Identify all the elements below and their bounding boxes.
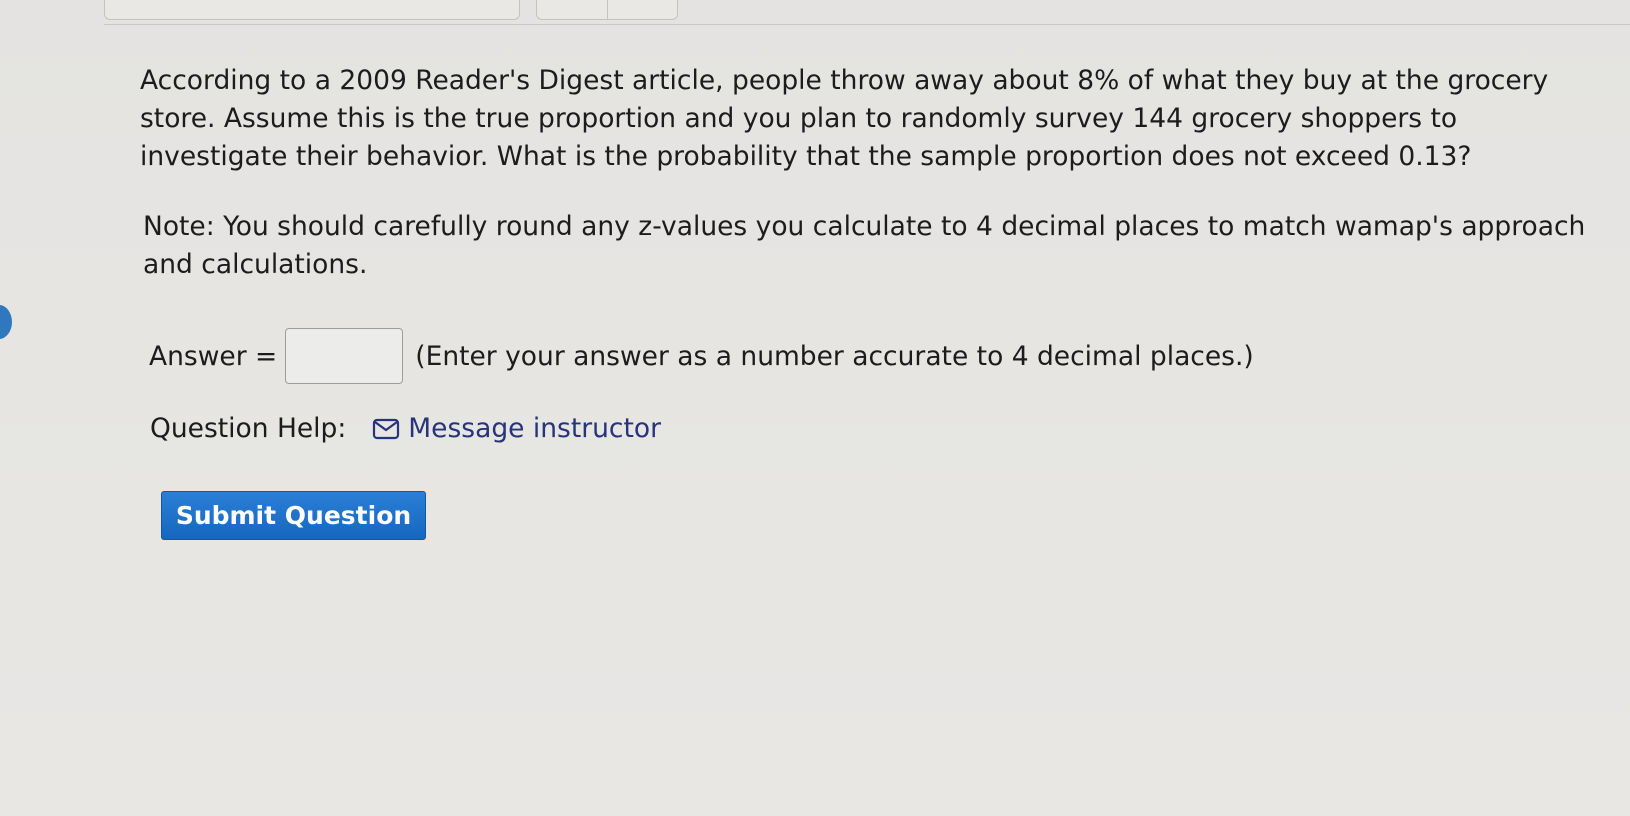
navigation-marker[interactable] [0,305,12,339]
tab-divider [607,0,608,19]
top-tab-group[interactable] [536,0,678,20]
submit-question-button[interactable]: Submit Question [161,491,426,540]
answer-instruction: (Enter your answer as a number accurate … [415,340,1254,372]
top-tab[interactable] [104,0,520,20]
question-help-label: Question Help: [150,413,347,444]
question-help: Question Help: Message instructor [150,413,661,444]
message-instructor-label: Message instructor [408,413,661,444]
answer-row: Answer = (Enter your answer as a number … [149,325,1254,387]
mail-icon [373,418,400,439]
header-divider [104,24,1630,25]
message-instructor-link[interactable]: Message instructor [372,413,661,444]
question-text: According to a 2009 Reader's Digest arti… [140,65,1549,172]
answer-label: Answer = [149,340,278,372]
question-note: Note: You should carefully round any z-v… [143,211,1586,280]
answer-input[interactable] [285,328,404,384]
